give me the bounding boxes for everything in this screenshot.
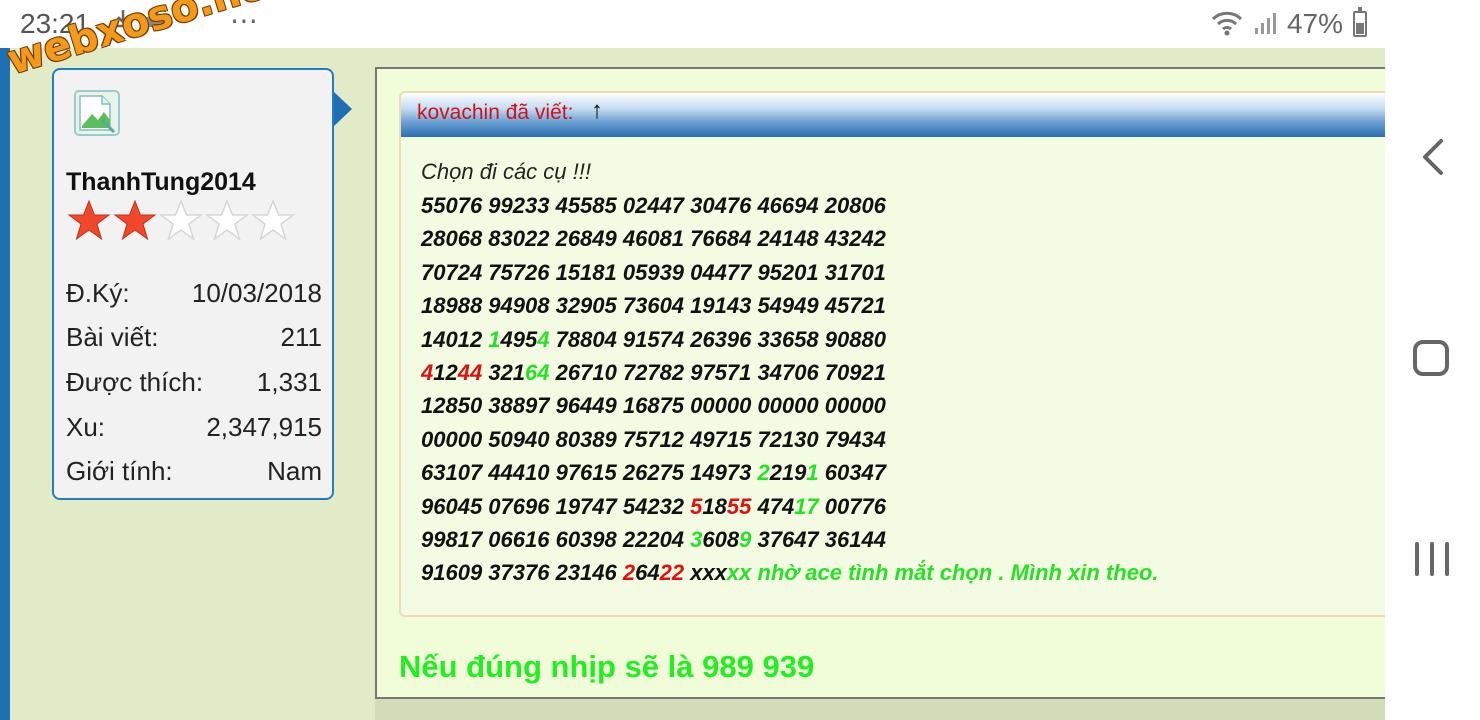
- info-value: 1,331: [256, 367, 322, 397]
- star-empty-icon: [204, 198, 250, 241]
- number-segment: 1: [488, 326, 501, 352]
- number-segment: 5: [690, 493, 703, 519]
- number-segment: xx nhờ ace tình mắt chọn . Mình xin theo…: [726, 560, 1159, 586]
- card-pointer-arrow: [334, 92, 352, 126]
- number-segment: 1: [806, 460, 819, 486]
- number-segment: 12850 38897 96449 16875 00000 00000 0000…: [421, 393, 886, 419]
- number-segment: 00776: [818, 493, 886, 519]
- quote-author-link[interactable]: kovachin đã viết:: [417, 101, 573, 125]
- number-segment: 9: [739, 526, 752, 552]
- battery-percent: 47%: [1286, 8, 1343, 39]
- number-segment: 64: [525, 359, 550, 385]
- post-bottom-strip: [375, 699, 1385, 720]
- number-segment: 64: [635, 560, 660, 586]
- number-segment: 14012: [421, 326, 489, 352]
- quote-body: Chọn đi các cụ !!! 55076 99233 45585 024…: [421, 159, 1159, 594]
- number-segment: 78804 91574 26396 33658 90880: [549, 326, 886, 352]
- number-segment: 22: [659, 560, 685, 586]
- number-segment: 60347: [818, 460, 886, 486]
- number-segment: 17: [794, 493, 819, 519]
- info-row-likes: Được thích: 1,331: [66, 367, 322, 398]
- number-line: 70724 75726 15181 05939 04477 95201 3170…: [421, 260, 1159, 293]
- number-segment: 55076 99233 45585 02447 30476 46694 2080…: [421, 193, 886, 218]
- info-value: 2,347,915: [206, 412, 322, 442]
- number-lines: 55076 99233 45585 02447 30476 46694 2080…: [421, 193, 1159, 594]
- info-value: 10/03/2018: [191, 278, 322, 308]
- info-label: Giới tính:: [66, 456, 173, 486]
- quote-header: kovachin đã viết: ↑: [401, 93, 1387, 137]
- number-line: 96045 07696 19747 54232 51855 47417 0077…: [421, 494, 1159, 527]
- quote-block: kovachin đã viết: ↑ Chọn đi các cụ !!! 5…: [399, 91, 1387, 617]
- number-line: 28068 83022 26849 46081 76684 24148 4324…: [421, 226, 1159, 259]
- user-info-card: ThanhTung2014 Đ.Ký: 10/03/2018 Bài viết:…: [52, 68, 334, 500]
- back-icon[interactable]: [1413, 135, 1453, 179]
- android-nav-bar: [1385, 0, 1480, 720]
- star-empty-icon: [250, 198, 296, 241]
- star-filled-icon: [67, 199, 111, 241]
- star-filled-icon: [113, 199, 157, 241]
- number-segment: 3: [690, 526, 703, 552]
- status-right: 47%: [1211, 7, 1367, 40]
- info-value: Nam: [267, 456, 322, 486]
- number-segment: 321: [482, 359, 526, 385]
- number-line: 18988 94908 32905 73604 19143 54949 4572…: [421, 293, 1159, 326]
- number-segment: 4: [421, 359, 434, 385]
- forum-page: ThanhTung2014 Đ.Ký: 10/03/2018 Bài viết:…: [0, 48, 1387, 720]
- number-segment: 18988 94908 32905 73604 19143 54949 4572…: [421, 293, 886, 319]
- page-left-stripe: [0, 48, 10, 720]
- number-line: 41244 32164 26710 72782 97571 34706 7092…: [421, 360, 1159, 393]
- number-segment: 12: [433, 359, 458, 385]
- info-label: Bài viết:: [66, 322, 159, 352]
- number-segment: 26710 72782 97571 34706 70921: [549, 359, 886, 385]
- number-segment: 219: [769, 460, 807, 486]
- avatar-broken-image-icon[interactable]: [74, 90, 120, 136]
- info-row-gender: Giới tính: Nam: [66, 456, 322, 487]
- number-line: 00000 50940 80389 75712 49715 72130 7943…: [421, 427, 1159, 460]
- number-segment: 474: [751, 493, 795, 519]
- user-rating: [66, 198, 296, 244]
- info-value: 211: [280, 322, 322, 352]
- number-segment: 70724 75726 15181 05939 04477 95201 3170…: [421, 259, 886, 285]
- info-label: Đ.Ký:: [66, 278, 130, 308]
- number-segment: 495: [500, 326, 538, 352]
- number-segment: 4: [537, 326, 550, 352]
- info-row-registered: Đ.Ký: 10/03/2018: [66, 278, 322, 309]
- battery-icon: [1353, 7, 1367, 37]
- number-segment: 2: [622, 560, 636, 586]
- number-segment: xxx: [684, 560, 727, 586]
- number-segment: 55: [726, 493, 752, 519]
- number-segment: 37647 36144: [751, 526, 886, 552]
- number-line: 91609 37376 23146 26422 xxxxx nhờ ace tì…: [421, 560, 1159, 593]
- number-line: 14012 14954 78804 91574 26396 33658 9088…: [421, 327, 1159, 360]
- signal-icon: [1254, 13, 1276, 34]
- number-line: 55076 99233 45585 02447 30476 46694 2080…: [421, 193, 1159, 226]
- number-segment: 91609 37376 23146: [421, 560, 623, 586]
- number-line: 99817 06616 60398 22204 36089 37647 3614…: [421, 527, 1159, 560]
- info-row-coins: Xu: 2,347,915: [66, 412, 322, 443]
- number-segment: 28068 83022 26849 46081 76684 24148 4324…: [421, 226, 886, 252]
- go-to-quoted-post-icon[interactable]: ↑: [591, 97, 603, 125]
- post-content: kovachin đã viết: ↑ Chọn đi các cụ !!! 5…: [375, 67, 1387, 699]
- username[interactable]: ThanhTung2014: [66, 168, 256, 197]
- wifi-icon: [1211, 11, 1243, 36]
- number-segment: 44: [457, 359, 483, 385]
- info-label: Được thích:: [66, 367, 204, 397]
- recent-apps-icon[interactable]: [1415, 542, 1449, 576]
- post-note: Nếu đúng nhịp sẽ là 989 939: [399, 649, 815, 684]
- number-segment: 18: [702, 493, 727, 519]
- number-line: 12850 38897 96449 16875 00000 00000 0000…: [421, 393, 1159, 426]
- number-segment: 00000 50940 80389 75712 49715 72130 7943…: [421, 426, 886, 452]
- number-segment: 96045 07696 19747 54232: [421, 493, 691, 519]
- number-segment: 63107 44410 97615 26275 14973: [421, 460, 758, 486]
- home-icon[interactable]: [1413, 340, 1449, 376]
- quote-intro: Chọn đi các cụ !!!: [421, 159, 591, 184]
- number-line: 63107 44410 97615 26275 14973 22191 6034…: [421, 460, 1159, 493]
- number-segment: 99817 06616 60398 22204: [421, 526, 691, 552]
- star-empty-icon: [158, 198, 204, 241]
- info-label: Xu:: [66, 412, 106, 442]
- info-row-posts: Bài viết: 211: [66, 322, 322, 353]
- number-segment: 608: [702, 526, 740, 552]
- number-segment: 2: [757, 460, 770, 486]
